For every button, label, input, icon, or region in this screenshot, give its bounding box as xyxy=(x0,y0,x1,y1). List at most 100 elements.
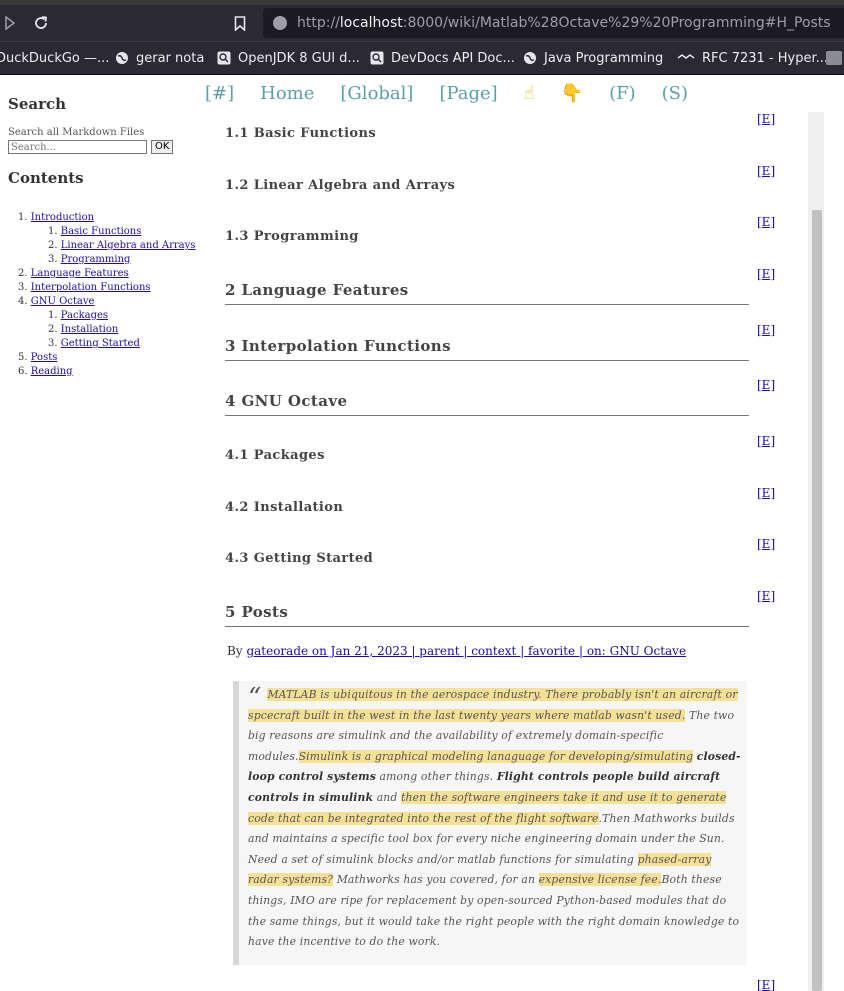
toc-number: 6. xyxy=(18,366,28,377)
bookmark-label: gerar nota xyxy=(136,50,205,66)
toc-number: 1. xyxy=(18,212,28,223)
url-bar[interactable]: http://localhost:8000/wiki/Matlab%28Octa… xyxy=(263,8,844,38)
bookmark-item[interactable]: DevDocs API Doc... xyxy=(370,42,515,74)
toc-subitem: 3. Getting Started xyxy=(18,337,218,351)
toc-link[interactable]: Packages xyxy=(61,310,108,321)
highlighted-text: MATLAB is ubiquitous in the aerospace in… xyxy=(248,688,738,722)
toc-item: 2. Language Features xyxy=(18,267,218,281)
post-byline: By gateorade on Jan 21, 2023 | parent | … xyxy=(227,644,686,658)
top-menu: [#] Home [Global] [Page] ☝ 👇 (F) (S) xyxy=(205,80,714,106)
menu-point-down-icon[interactable]: 👇 xyxy=(561,83,583,104)
toc-link[interactable]: Interpolation Functions xyxy=(31,282,151,293)
url-host: localhost xyxy=(339,15,403,31)
toc-link[interactable]: Basic Functions xyxy=(61,226,142,237)
site-info-icon[interactable] xyxy=(273,16,287,30)
edit-section-link[interactable]: [E] xyxy=(757,486,775,500)
toc-link[interactable]: Linear Algebra and Arrays xyxy=(61,240,196,251)
edit-section-link[interactable]: [E] xyxy=(757,164,775,178)
reload-icon xyxy=(35,16,48,29)
section-heading: 4.3 Getting Started xyxy=(225,551,374,566)
edit-section-link[interactable]: [E] xyxy=(757,323,775,337)
section-heading: 4.1 Packages xyxy=(225,448,325,463)
bookmark-label: OpenJDK 8 GUI d... xyxy=(238,50,360,66)
toc-number: 2. xyxy=(48,324,58,335)
toc-number: 3. xyxy=(48,338,58,349)
toc-item: 6. Reading xyxy=(18,365,218,379)
toc-number: 1. xyxy=(48,310,58,321)
url-path: :8000/wiki/Matlab%28Octave%29%20Programm… xyxy=(402,15,831,31)
bookmark-label: Java Programming xyxy=(544,50,664,66)
bookmark-item[interactable]: gerar nota xyxy=(115,42,204,74)
search-ok-button[interactable]: OK xyxy=(151,140,174,154)
toc-link[interactable]: GNU Octave xyxy=(31,296,95,307)
contents-title: Contents xyxy=(8,169,84,187)
toc-item: 3. Interpolation Functions xyxy=(18,281,218,295)
edit-section-link[interactable]: [E] xyxy=(757,537,775,551)
toc-link[interactable]: Posts xyxy=(31,352,58,363)
toc-number: 4. xyxy=(18,296,28,307)
menu-f-link[interactable]: (F) xyxy=(609,83,636,104)
toc-link[interactable]: Installation xyxy=(61,324,119,335)
quote-segment: and xyxy=(373,790,402,804)
edit-section-link[interactable]: [E] xyxy=(757,215,775,229)
quote-text: “MATLAB is ubiquitous in the aerospace i… xyxy=(248,685,743,953)
toc-item: 1. Introduction xyxy=(18,211,218,225)
bookmark-item[interactable]: Java Programming xyxy=(523,42,663,74)
web-page: [#] Home [Global] [Page] ☝ 👇 (F) (S) Search Sea… xyxy=(0,74,844,991)
toc-link[interactable]: Programming xyxy=(61,254,131,265)
bookmark-item[interactable]: OpenJDK 8 GUI d... xyxy=(217,42,360,74)
menu-page-link[interactable]: [Page] xyxy=(439,83,497,104)
toc-number: 2. xyxy=(48,240,58,251)
bookmark-item[interactable]: RFC 7231 - Hyper... xyxy=(677,42,828,74)
bookmark-label: DevDocs API Doc... xyxy=(391,50,515,66)
post-meta-link[interactable]: gateorade on Jan 21, 2023 | parent | con… xyxy=(246,644,686,658)
edit-section-link[interactable]: [E] xyxy=(757,589,775,603)
browser-toolbar: http://localhost:8000/wiki/Matlab%28Octa… xyxy=(0,5,844,41)
toc-link[interactable]: Language Features xyxy=(31,268,129,279)
bookmark-label: DuckDuckGo —... xyxy=(0,50,110,66)
edit-section-link[interactable]: [E] xyxy=(757,434,775,448)
search-label: Search all Markdown Files xyxy=(8,127,145,138)
edit-section-link[interactable]: [E] xyxy=(757,267,775,281)
section-heading: 3 Interpolation Functions xyxy=(225,337,749,361)
toc-number: 3. xyxy=(48,254,58,265)
toc-item: 4. GNU Octave xyxy=(18,295,218,309)
section-heading: 1.1 Basic Functions xyxy=(225,126,377,141)
reload-button[interactable] xyxy=(28,5,54,41)
globe-icon xyxy=(523,51,537,65)
toc-link[interactable]: Getting Started xyxy=(61,338,140,349)
bookmark-item[interactable]: DuckDuckGo —... xyxy=(0,42,109,74)
search-input[interactable] xyxy=(8,140,147,154)
highlighted-text: Simulink is a graphical modeling lanagua… xyxy=(298,749,694,763)
bookmark-icon xyxy=(234,15,246,31)
bookmark-page-button[interactable] xyxy=(228,5,252,41)
edit-section-link[interactable]: [E] xyxy=(757,378,775,392)
search-page-icon xyxy=(217,51,231,65)
forward-icon xyxy=(5,16,16,30)
toc-subitem: 1. Packages xyxy=(18,309,218,323)
search-page-icon xyxy=(370,51,384,65)
toc-link[interactable]: Introduction xyxy=(31,212,94,223)
menu-anchor-link[interactable]: [#] xyxy=(205,83,234,104)
toc-number: 3. xyxy=(18,282,28,293)
bookmarks-bar: DuckDuckGo —... gerar nota OpenJDK 8 GUI d… xyxy=(0,41,844,75)
toc-subitem: 3. Programming xyxy=(18,253,218,267)
menu-point-up-icon[interactable]: ☝ xyxy=(524,83,535,104)
quote-segment: among other things. xyxy=(375,770,497,784)
forward-button[interactable] xyxy=(0,5,20,41)
edit-section-link[interactable]: [E] xyxy=(757,112,775,126)
bookmark-overflow-icon[interactable] xyxy=(826,42,842,74)
toc-subitem: 2. Installation xyxy=(18,323,218,337)
table-of-contents: 1. Introduction 1. Basic Functions 2. Line… xyxy=(18,211,218,379)
toc-link[interactable]: Reading xyxy=(31,366,73,377)
quote-segment: Mathworks has you covered, for an xyxy=(333,873,539,887)
menu-global-link[interactable]: [Global] xyxy=(340,83,413,104)
menu-s-link[interactable]: (S) xyxy=(662,83,688,104)
byline-prefix: By xyxy=(227,644,243,658)
rfc-icon xyxy=(677,51,695,65)
menu-home-link[interactable]: Home xyxy=(260,83,314,104)
highlighted-text: expensive license fee. xyxy=(538,873,662,887)
toc-item: 5. Posts xyxy=(18,351,218,365)
edit-section-link[interactable]: [E] xyxy=(757,978,775,991)
scrollbar-thumb[interactable] xyxy=(812,210,822,991)
